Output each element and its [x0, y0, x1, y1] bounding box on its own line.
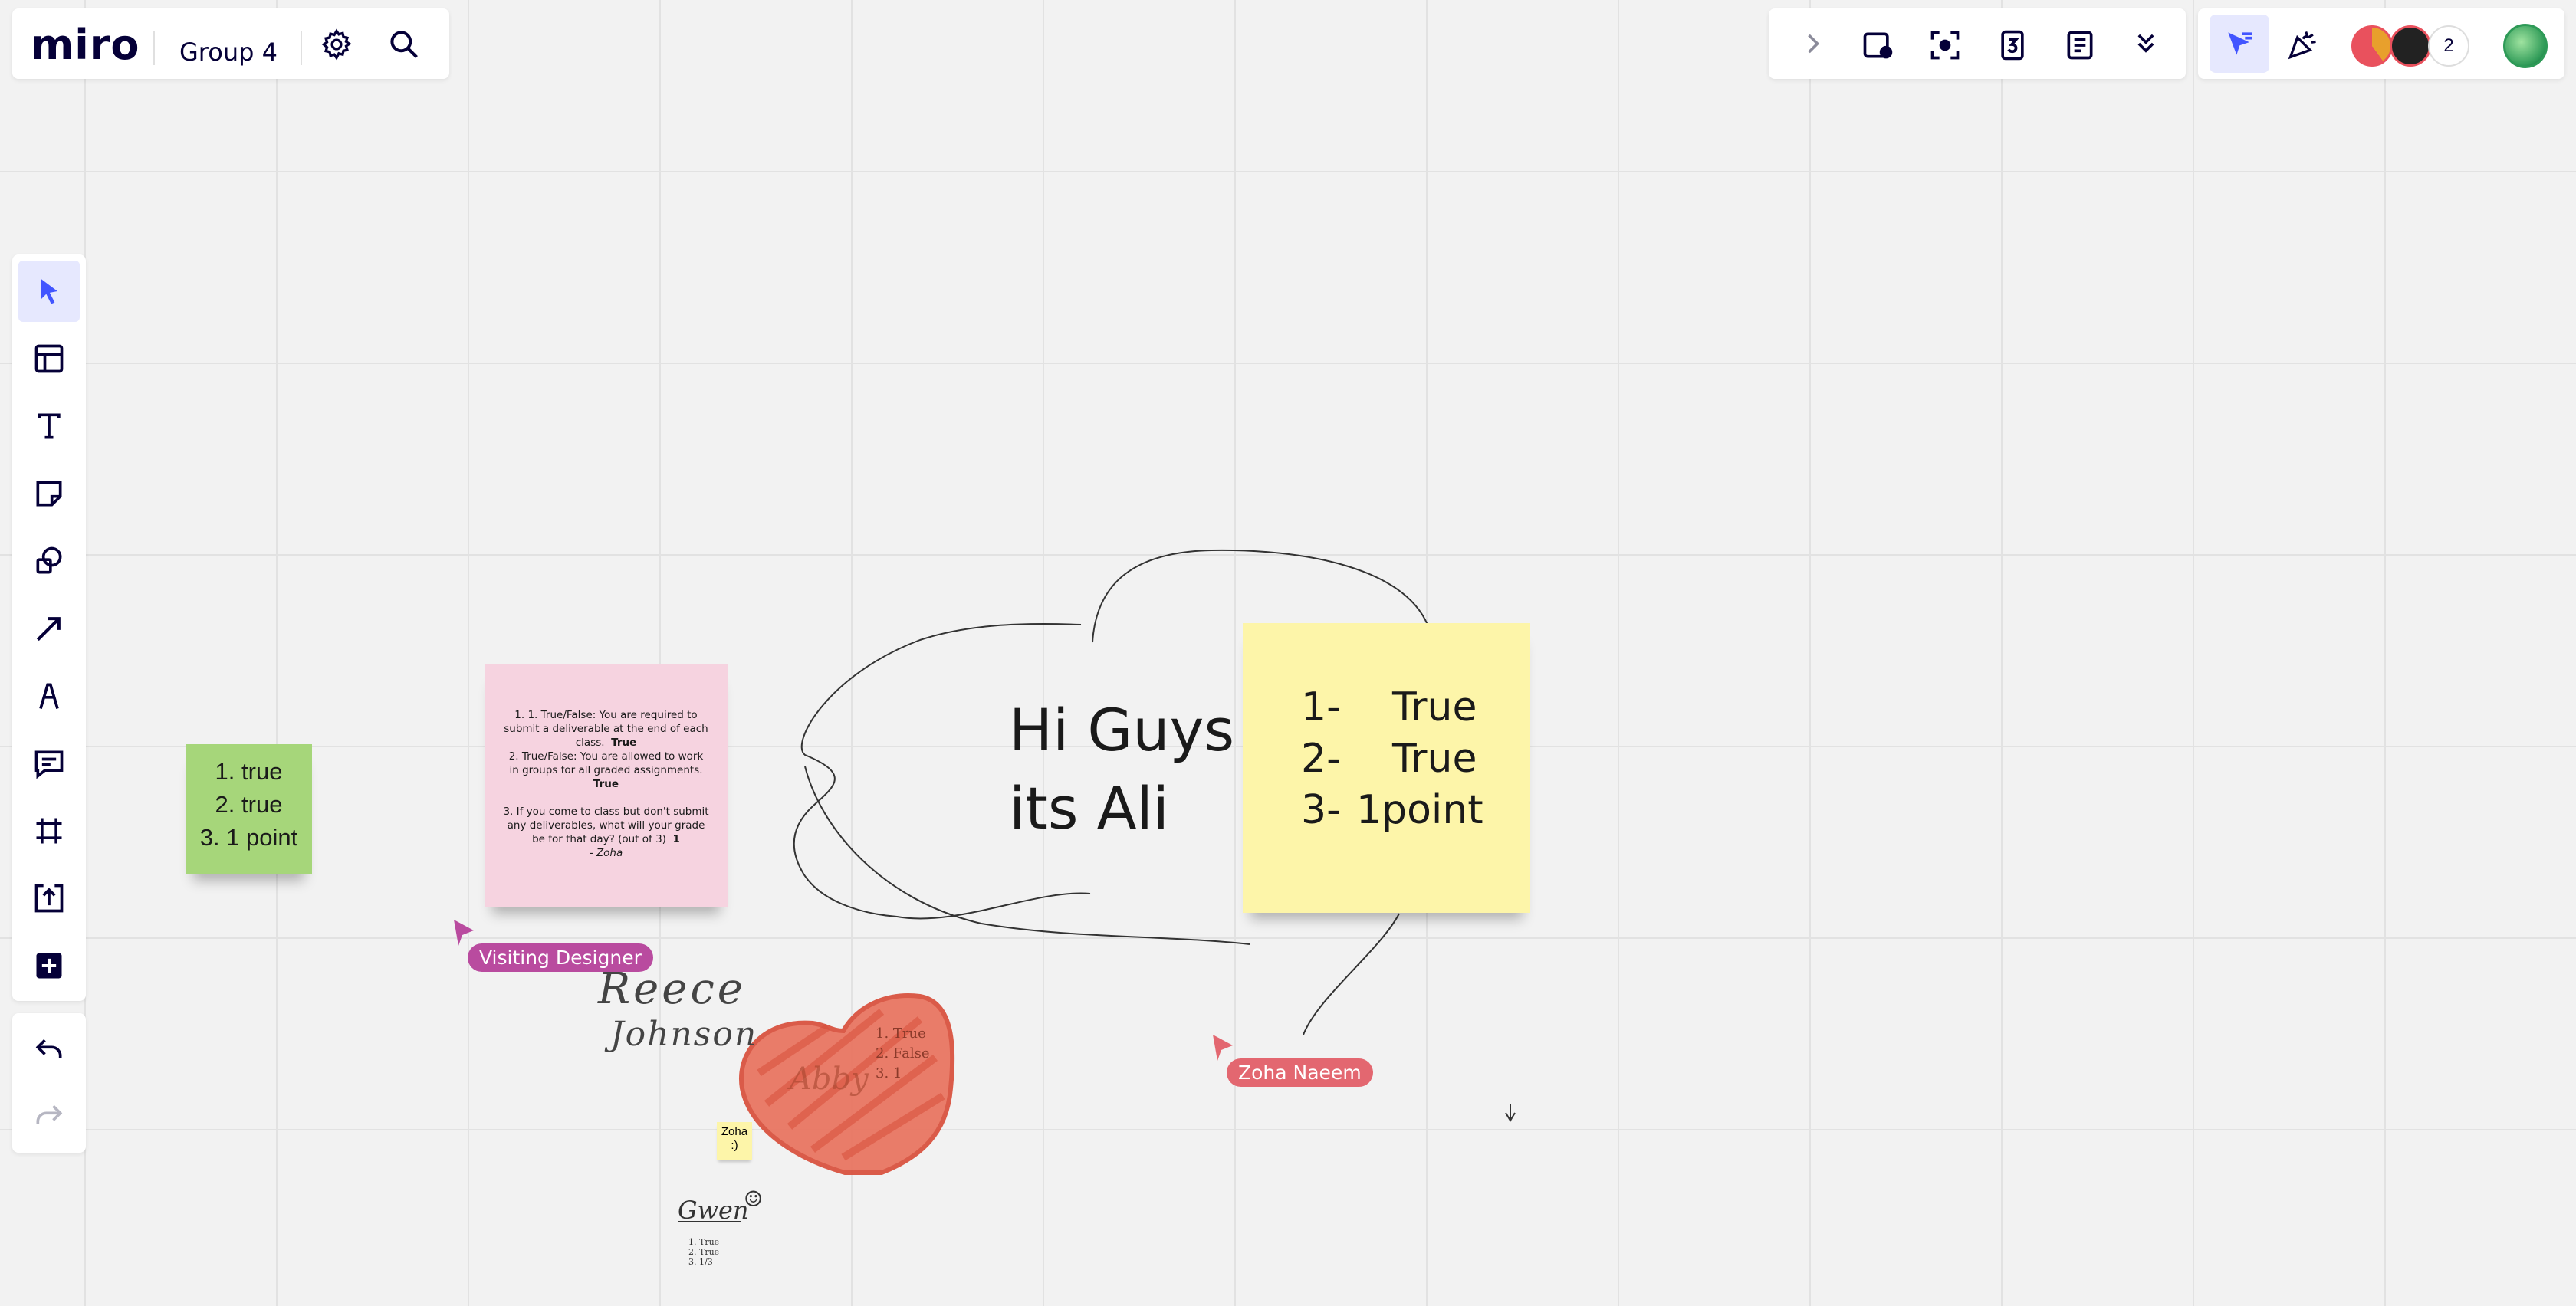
- cursor-label-zoha-naeem: Zoha Naeem: [1227, 1058, 1373, 1087]
- gwen-answers: 1. True 2. True 3. 1/3: [688, 1237, 719, 1267]
- sticky-line: 3. 1 point: [199, 824, 298, 851]
- miro-logo[interactable]: miro: [31, 21, 140, 69]
- sticky-line: :): [731, 1139, 738, 1152]
- frame-icon: [36, 818, 62, 844]
- sticky-note-mini[interactable]: Zoha :): [717, 1122, 752, 1160]
- redo-button[interactable]: [18, 1085, 80, 1147]
- answer-value: True: [1392, 736, 1477, 782]
- more-icon[interactable]: [2129, 27, 2163, 61]
- sticky-line: Zoha: [721, 1125, 748, 1138]
- select-tool[interactable]: [18, 261, 80, 322]
- avatar[interactable]: [2351, 25, 2393, 67]
- sticky-line: 1. true: [215, 758, 283, 785]
- handwriting-gwen[interactable]: Gwen: [678, 1196, 749, 1225]
- answer-line: 3. 1/3: [688, 1257, 713, 1267]
- upload-tool[interactable]: [18, 868, 80, 929]
- board-tools-panel: [1769, 8, 2186, 79]
- divider: [301, 31, 302, 65]
- comment-tool[interactable]: [18, 733, 80, 794]
- sticky-note-yellow[interactable]: 1- True 2- True 3- 1point: [1243, 623, 1530, 913]
- text-line: Hi Guys: [1009, 696, 1235, 764]
- comment-icon: [34, 750, 64, 779]
- cursor-label-visiting-designer: Visiting Designer: [468, 943, 653, 972]
- focus-icon[interactable]: [1927, 27, 1963, 64]
- answer-row: 3-: [1301, 787, 1341, 833]
- history-toolbar: [12, 1013, 86, 1153]
- answer-value: True: [1392, 684, 1477, 730]
- my-avatar[interactable]: [2503, 24, 2548, 68]
- creation-toolbar: [12, 254, 86, 1001]
- sticky-note-tool[interactable]: [18, 463, 80, 524]
- handwriting-johnson[interactable]: Johnson: [610, 1015, 757, 1054]
- collaboration-panel: 2: [2198, 8, 2564, 79]
- more-apps-tool[interactable]: [18, 935, 80, 996]
- question-2: 2. True/False: You are allowed to work i…: [508, 750, 704, 790]
- answer-line: 1. True: [688, 1237, 720, 1247]
- frame-tool[interactable]: [18, 800, 80, 861]
- pen-icon: [39, 683, 59, 710]
- template-icon: [34, 344, 64, 373]
- question-1: 1. 1. True/False: You are required to su…: [504, 709, 708, 749]
- gear-icon[interactable]: [319, 27, 354, 62]
- chevron-right-icon[interactable]: [1796, 27, 1830, 61]
- upload-icon: [34, 884, 64, 913]
- text-tool[interactable]: [18, 395, 80, 457]
- board-header: miro Group 4: [12, 8, 449, 79]
- smile-icon: ☺: [744, 1186, 764, 1212]
- cursor-arrow: [454, 920, 474, 946]
- present-icon[interactable]: [1859, 27, 1896, 64]
- answer-value: 1point: [1356, 787, 1484, 833]
- sticky-line: 2. true: [215, 791, 283, 818]
- sticky-note-icon: [36, 481, 62, 507]
- question-3: 3. If you come to class but don't submit…: [503, 806, 709, 845]
- reactions-toggle[interactable]: [2210, 15, 2269, 73]
- undo-icon: [35, 1039, 62, 1058]
- answer-line: 3. 1: [876, 1065, 902, 1081]
- line-tool[interactable]: [18, 598, 80, 659]
- plus-icon: [36, 953, 62, 979]
- celebrate-icon[interactable]: [2284, 25, 2322, 64]
- signature: - Zoha: [589, 847, 623, 859]
- heart-answers: 1. True 2. False 3. 1: [876, 1024, 930, 1084]
- answer-row: 1-: [1301, 684, 1341, 730]
- cursor-icon: [41, 278, 58, 304]
- answer-line: 1. True: [876, 1025, 926, 1042]
- arrow-drawing[interactable]: [1505, 1104, 1516, 1122]
- more-collaborators-count[interactable]: 2: [2428, 25, 2469, 67]
- templates-tool[interactable]: [18, 328, 80, 389]
- answer-row: 2-: [1301, 736, 1341, 782]
- pen-tool[interactable]: [18, 665, 80, 727]
- text-icon: [38, 413, 61, 439]
- sticky-note-green[interactable]: 1. true 2. true 3. 1 point: [186, 744, 312, 874]
- answer-line: 2. False: [876, 1045, 930, 1062]
- notes-icon[interactable]: [2062, 27, 2098, 64]
- avatar[interactable]: [2390, 25, 2431, 67]
- cursor-filter-icon: [2223, 27, 2256, 61]
- timer-icon[interactable]: [1994, 27, 2031, 64]
- board-name[interactable]: Group 4: [179, 38, 278, 67]
- redo-icon: [36, 1104, 63, 1124]
- arrow-icon: [36, 617, 61, 642]
- canvas-text-hi-guys[interactable]: Hi Guys its Ali: [1009, 691, 1234, 848]
- divider: [153, 31, 155, 65]
- heart-name: Abby: [790, 1062, 869, 1097]
- sticky-note-pink[interactable]: 1. 1. True/False: You are required to su…: [485, 664, 728, 907]
- shapes-icon: [36, 546, 62, 574]
- cloud-drawing[interactable]: [1303, 913, 1400, 1035]
- shapes-tool[interactable]: [18, 530, 80, 592]
- search-icon[interactable]: [386, 27, 422, 62]
- answer-line: 2. True: [688, 1247, 720, 1257]
- cursor-arrow: [1213, 1035, 1233, 1061]
- undo-button[interactable]: [18, 1019, 80, 1081]
- text-line: its Ali: [1009, 774, 1169, 842]
